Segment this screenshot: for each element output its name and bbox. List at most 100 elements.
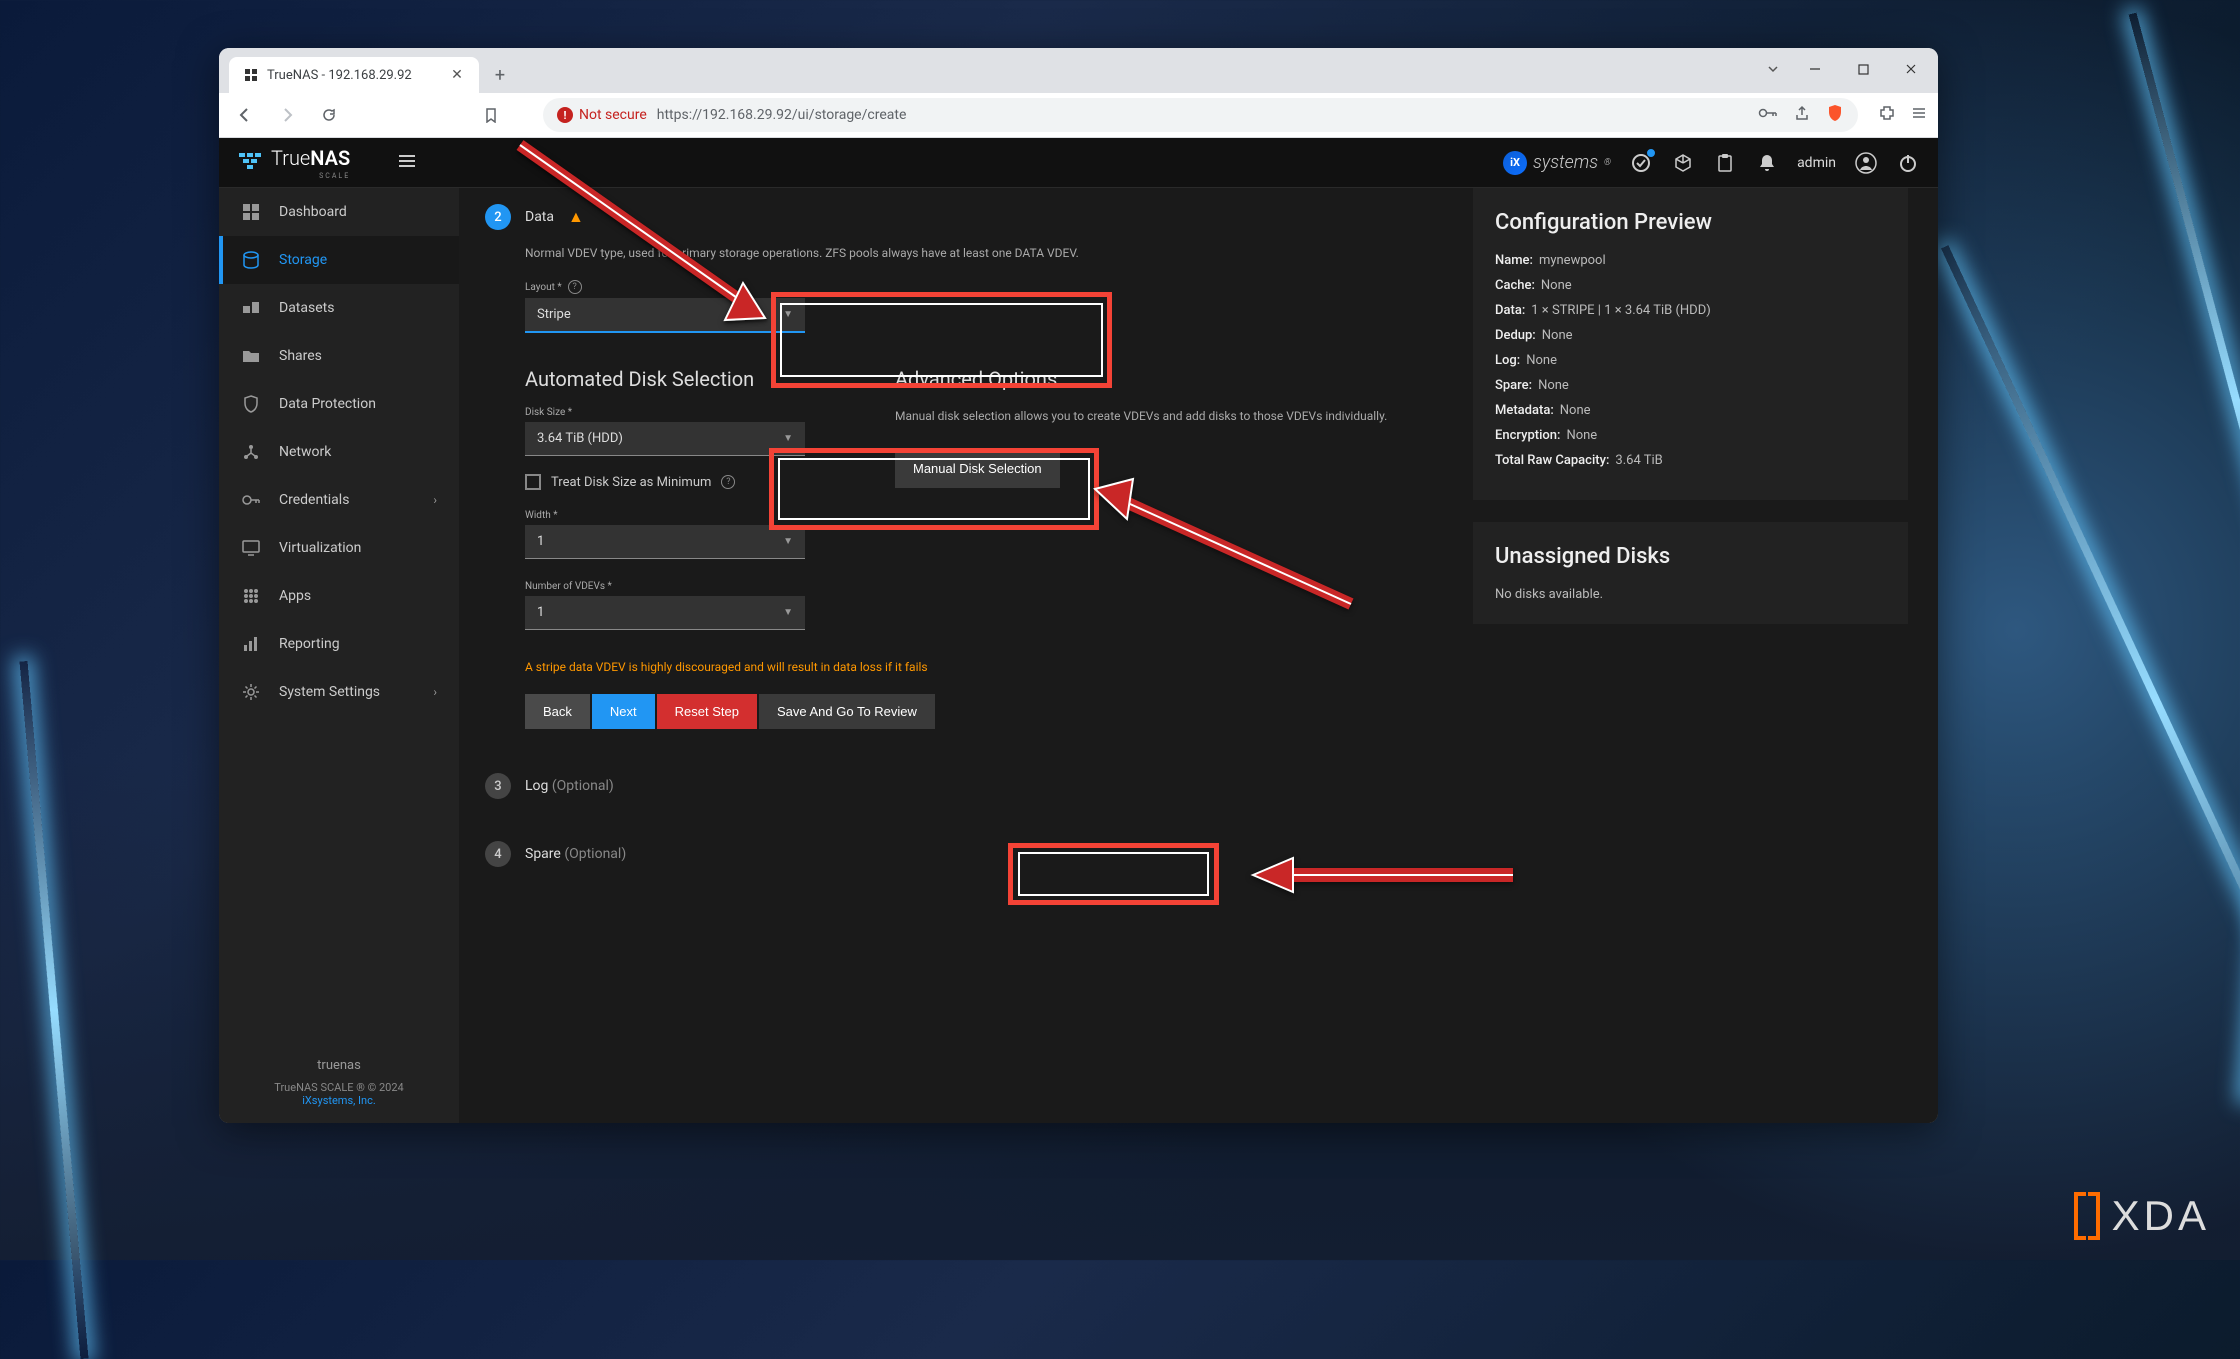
menu-icon[interactable] xyxy=(1910,104,1928,126)
config-value: None xyxy=(1541,278,1572,293)
annotation-arrow xyxy=(485,125,795,340)
disk-size-select[interactable]: 3.64 TiB (HDD) ▼ xyxy=(525,422,805,456)
maximize-button[interactable] xyxy=(1840,52,1886,86)
config-row: Metadata: None xyxy=(1495,403,1886,418)
ix-icon: iX xyxy=(1503,151,1527,175)
disk-size-label: Disk Size * xyxy=(525,407,855,418)
tab-bar: TrueNAS - 192.168.29.92 ✕ + xyxy=(219,48,1938,93)
width-label: Width * xyxy=(525,510,855,521)
sidebar-toggle-icon[interactable] xyxy=(396,150,418,176)
sidebar-label: System Settings xyxy=(279,684,380,700)
sidebar-label: Virtualization xyxy=(279,540,361,556)
sidebar-item-apps[interactable]: Apps xyxy=(219,572,459,620)
config-label: Name: xyxy=(1495,253,1533,268)
cube-icon[interactable] xyxy=(1671,151,1695,175)
no-disks-text: No disks available. xyxy=(1495,587,1886,602)
config-label: Metadata: xyxy=(1495,403,1554,418)
advanced-desc: Manual disk selection allows you to crea… xyxy=(895,407,1417,425)
help-icon[interactable]: ? xyxy=(721,475,735,489)
next-button[interactable]: Next xyxy=(592,694,655,729)
sidebar-item-credentials[interactable]: Credentials › xyxy=(219,476,459,524)
truenas-favicon xyxy=(243,67,259,83)
stripe-warning: A stripe data VDEV is highly discouraged… xyxy=(525,660,1417,674)
key-icon xyxy=(241,490,261,510)
reset-step-button[interactable]: Reset Step xyxy=(657,694,757,729)
back-nav-button[interactable] xyxy=(229,99,261,131)
url-text: https://192.168.29.92/ui/storage/create xyxy=(657,107,907,123)
width-select[interactable]: 1 ▼ xyxy=(525,525,805,559)
dashboard-icon xyxy=(241,202,261,222)
chevron-right-icon: › xyxy=(433,685,437,699)
password-key-icon[interactable] xyxy=(1758,106,1778,124)
config-label: Spare: xyxy=(1495,378,1532,393)
chevron-down-icon: ▼ xyxy=(783,536,793,547)
xda-watermark: XDA xyxy=(2074,1192,2210,1240)
address-bar: ! Not secure https://192.168.29.92/ui/st… xyxy=(219,93,1938,138)
config-row: Dedup:None xyxy=(1495,328,1886,343)
clipboard-icon[interactable] xyxy=(1713,151,1737,175)
sidebar-label: Network xyxy=(279,444,331,460)
user-avatar-icon[interactable] xyxy=(1854,151,1878,175)
config-label: Dedup: xyxy=(1495,328,1536,343)
chevron-down-icon: ▼ xyxy=(783,607,793,618)
chart-icon xyxy=(241,634,261,654)
company-link[interactable]: iXsystems, Inc. xyxy=(302,1094,376,1107)
logo-icon xyxy=(237,149,267,177)
config-row: Encryption:None xyxy=(1495,428,1886,443)
apps-icon xyxy=(241,586,261,606)
status-icon[interactable] xyxy=(1629,151,1653,175)
power-icon[interactable] xyxy=(1896,151,1920,175)
sidebar-label: Reporting xyxy=(279,636,340,652)
checkbox-label: Treat Disk Size as Minimum xyxy=(551,475,711,490)
annotation-arrow xyxy=(1055,475,1365,619)
minimize-button[interactable] xyxy=(1792,52,1838,86)
storage-icon xyxy=(241,250,261,270)
reload-button[interactable] xyxy=(313,99,345,131)
config-title: Configuration Preview xyxy=(1495,210,1886,235)
sidebar-footer: truenas TrueNAS SCALE ® © 2024 iXsystems… xyxy=(219,1042,459,1123)
brave-shield-icon[interactable] xyxy=(1826,104,1844,126)
tabs-dropdown-icon[interactable] xyxy=(1756,52,1790,86)
warning-icon: ! xyxy=(557,107,573,123)
sidebar-item-storage[interactable]: Storage xyxy=(219,236,459,284)
config-row: Spare:None xyxy=(1495,378,1886,393)
bell-icon[interactable] xyxy=(1755,151,1779,175)
sidebar-item-data-protection[interactable]: Data Protection xyxy=(219,380,459,428)
extensions-icon[interactable] xyxy=(1878,104,1896,126)
sidebar-item-datasets[interactable]: Datasets xyxy=(219,284,459,332)
sidebar-label: Shares xyxy=(279,348,322,364)
config-row: Cache: None xyxy=(1495,278,1886,293)
truenas-logo[interactable]: TrueNAS SCALE xyxy=(237,146,350,180)
sidebar: Dashboard Storage Datasets Shares Data P… xyxy=(219,188,459,1123)
config-value: None xyxy=(1560,403,1591,418)
chevron-right-icon: › xyxy=(433,493,437,507)
advanced-title: Advanced Options xyxy=(895,367,1417,391)
sidebar-item-virtualization[interactable]: Virtualization xyxy=(219,524,459,572)
step-3-header[interactable]: 3 Log (Optional) xyxy=(485,761,1417,815)
sidebar-label: Data Protection xyxy=(279,396,376,412)
browser-tab[interactable]: TrueNAS - 192.168.29.92 ✕ xyxy=(229,57,479,93)
config-label: Cache: xyxy=(1495,278,1535,293)
user-name: admin xyxy=(1797,155,1836,171)
sidebar-item-dashboard[interactable]: Dashboard xyxy=(219,188,459,236)
close-tab-icon[interactable]: ✕ xyxy=(449,67,465,83)
save-review-button[interactable]: Save And Go To Review xyxy=(759,694,935,729)
treat-min-checkbox[interactable] xyxy=(525,474,541,490)
ixsystems-logo[interactable]: iX systems® xyxy=(1503,151,1611,175)
manual-disk-button[interactable]: Manual Disk Selection xyxy=(895,449,1060,488)
unassigned-title: Unassigned Disks xyxy=(1495,544,1886,569)
vdevs-label: Number of VDEVs * xyxy=(525,581,855,592)
vdevs-select[interactable]: 1 ▼ xyxy=(525,596,805,630)
datasets-icon xyxy=(241,298,261,318)
truenas-app: TrueNAS SCALE iX systems® xyxy=(219,138,1938,1123)
back-button[interactable]: Back xyxy=(525,694,590,729)
sidebar-item-shares[interactable]: Shares xyxy=(219,332,459,380)
share-icon[interactable] xyxy=(1794,105,1810,125)
new-tab-button[interactable]: + xyxy=(485,60,515,90)
config-value: None xyxy=(1566,428,1597,443)
sidebar-item-reporting[interactable]: Reporting xyxy=(219,620,459,668)
sidebar-item-system-settings[interactable]: System Settings › xyxy=(219,668,459,716)
close-window-button[interactable] xyxy=(1888,52,1934,86)
sidebar-item-network[interactable]: Network xyxy=(219,428,459,476)
security-warning: ! Not secure xyxy=(557,107,647,123)
